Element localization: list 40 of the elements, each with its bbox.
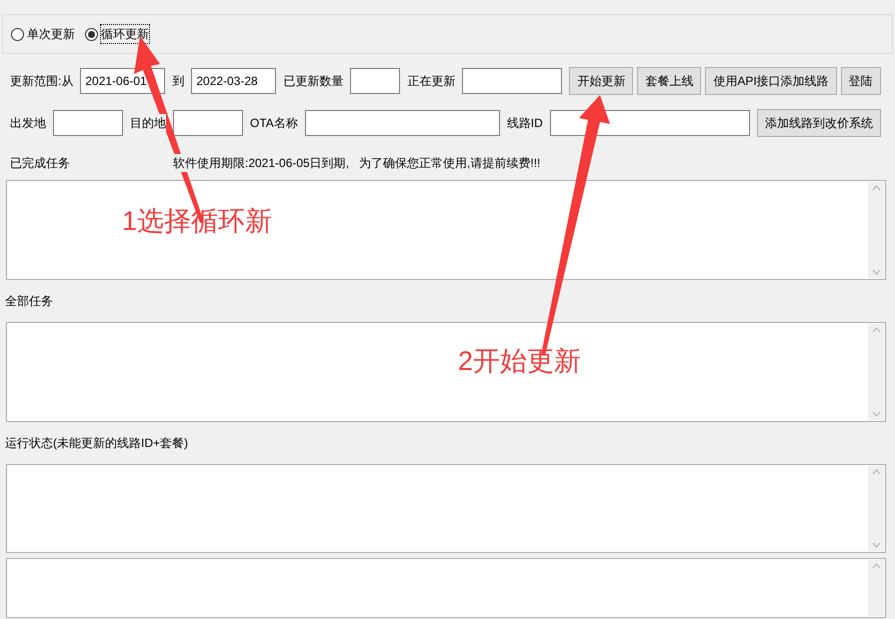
input-field[interactable] — [462, 68, 562, 94]
action-button[interactable]: 使用API接口添加线路 — [705, 67, 837, 95]
field-label: 目的地 — [130, 114, 166, 132]
section-label: 运行状态(未能更新的线路ID+套餐) — [5, 435, 188, 452]
scrollbar[interactable] — [868, 466, 884, 551]
field-label: 更新范围:从 — [10, 72, 74, 90]
input-field[interactable] — [173, 110, 243, 136]
radio-label[interactable]: 单次更新 — [27, 25, 75, 43]
text-area[interactable] — [6, 180, 886, 280]
action-button[interactable]: 添加线路到改价系统 — [756, 109, 881, 137]
action-button[interactable]: 登陆 — [840, 67, 881, 95]
annotation-text: 2开始更新 — [458, 348, 582, 375]
input-field[interactable] — [53, 110, 123, 136]
scroll-up-icon[interactable] — [872, 563, 880, 569]
field-label: 已更新数量 — [283, 72, 344, 90]
radio-label[interactable]: 循环更新 — [101, 25, 149, 43]
scroll-down-icon[interactable] — [872, 542, 880, 548]
scroll-up-icon[interactable] — [872, 185, 880, 191]
section-label: 已完成任务 — [10, 155, 71, 172]
radio-button[interactable] — [11, 28, 24, 40]
input-field[interactable] — [350, 68, 400, 94]
scroll-down-icon[interactable] — [872, 411, 880, 417]
text-area[interactable] — [6, 464, 886, 553]
scrollbar[interactable] — [868, 182, 884, 278]
action-button[interactable]: 开始更新 — [569, 67, 634, 95]
scroll-up-icon[interactable] — [872, 469, 880, 475]
input-field[interactable] — [550, 110, 750, 136]
text-area[interactable] — [6, 322, 886, 422]
license-notice: 软件使用期限:2021-06-05日到期, 为了确保您正常使用,请提前续费!!! — [173, 154, 540, 172]
field-label: 正在更新 — [407, 72, 456, 90]
radio-button[interactable] — [85, 28, 98, 40]
section-label: 全部任务 — [5, 293, 53, 310]
action-button[interactable]: 套餐上线 — [637, 67, 702, 95]
scrollbar[interactable] — [868, 560, 884, 616]
scroll-up-icon[interactable] — [872, 327, 880, 333]
text-area[interactable] — [6, 558, 886, 618]
scrollbar[interactable] — [868, 324, 884, 420]
input-field[interactable] — [304, 110, 500, 136]
scroll-down-icon[interactable] — [872, 269, 880, 275]
input-field[interactable]: 2022-03-28 — [191, 68, 276, 94]
